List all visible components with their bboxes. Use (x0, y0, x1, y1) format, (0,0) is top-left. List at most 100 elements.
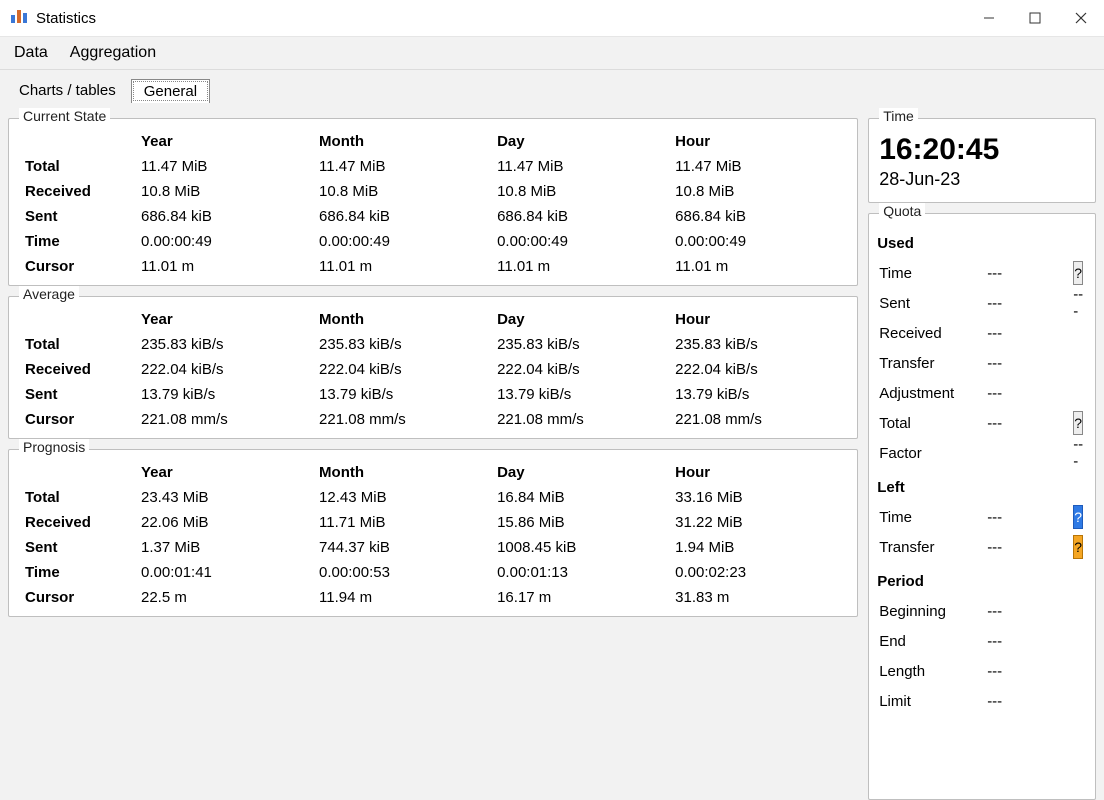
cell: 11.01 m (137, 254, 315, 279)
average-table: Year Month Day Hour Total 235.83 kiB/s 2… (17, 307, 849, 432)
quota-period-length-value: --- (987, 663, 1073, 680)
maximize-button[interactable] (1012, 0, 1058, 36)
col-year: Year (137, 307, 315, 332)
quota-period-limit-value: --- (987, 693, 1073, 710)
quota-left-transfer-value: --- (987, 539, 1073, 556)
cell: 235.83 kiB/s (493, 332, 671, 357)
quota-used-sent-extra: --- (1073, 286, 1087, 320)
tab-general[interactable]: General (131, 79, 210, 103)
cell: 222.04 kiB/s (137, 357, 315, 382)
cell: 1008.45 kiB (493, 535, 671, 560)
group-time: Time 16:20:45 28-Jun-23 (868, 118, 1096, 203)
cell: 1.37 MiB (137, 535, 315, 560)
col-month: Month (315, 307, 493, 332)
cell: 16.17 m (493, 585, 671, 610)
quota-used-transfer-label: Transfer (877, 355, 987, 372)
cell: 0.00:00:49 (137, 229, 315, 254)
col-year: Year (137, 129, 315, 154)
col-day: Day (493, 460, 671, 485)
cell: 11.94 m (315, 585, 493, 610)
quota-period-end-value: --- (987, 633, 1073, 650)
quota-used-adjustment-value: --- (987, 385, 1073, 402)
group-prognosis: Prognosis Year Month Day Hour Total 23.4… (8, 449, 858, 617)
col-month: Month (315, 129, 493, 154)
cell: 744.37 kiB (315, 535, 493, 560)
cell: 11.47 MiB (671, 154, 849, 179)
cell: 10.8 MiB (137, 179, 315, 204)
quota-used-factor-label: Factor (877, 445, 987, 462)
cell: 11.47 MiB (137, 154, 315, 179)
row-sent: Sent (17, 535, 137, 560)
quota-period-beginning-label: Beginning (877, 603, 987, 620)
cell: 11.01 m (671, 254, 849, 279)
row-total: Total (17, 332, 137, 357)
quota-period-beginning-value: --- (987, 603, 1073, 620)
clock-time: 16:20:45 (877, 129, 1087, 167)
cell: 22.5 m (137, 585, 315, 610)
cell: 222.04 kiB/s (671, 357, 849, 382)
quota-used-time-value: --- (987, 265, 1073, 282)
row-sent: Sent (17, 204, 137, 229)
quota-used-header: Used (877, 224, 1087, 258)
row-received: Received (17, 357, 137, 382)
cell: 13.79 kiB/s (671, 382, 849, 407)
quota-period-limit-label: Limit (877, 693, 987, 710)
quota-used-sent-value: --- (987, 295, 1073, 312)
cell: 0.00:01:41 (137, 560, 315, 585)
quota-used-time-label: Time (877, 265, 987, 282)
tab-row: Charts / tables General (0, 70, 1104, 102)
row-time: Time (17, 560, 137, 585)
cell: 10.8 MiB (671, 179, 849, 204)
cell: 0.00:00:53 (315, 560, 493, 585)
app-icon (10, 7, 28, 29)
col-day: Day (493, 129, 671, 154)
quota-used-total-button[interactable]: ? (1073, 411, 1083, 435)
cell: 15.86 MiB (493, 510, 671, 535)
cell: 221.08 mm/s (493, 407, 671, 432)
cell: 10.8 MiB (493, 179, 671, 204)
cell: 33.16 MiB (671, 485, 849, 510)
row-total: Total (17, 154, 137, 179)
cell: 31.83 m (671, 585, 849, 610)
current-state-table: Year Month Day Hour Total 11.47 MiB 11.4… (17, 129, 849, 279)
row-received: Received (17, 510, 137, 535)
cell: 221.08 mm/s (671, 407, 849, 432)
cell: 13.79 kiB/s (137, 382, 315, 407)
quota-used-total-value: --- (987, 415, 1073, 432)
close-button[interactable] (1058, 0, 1104, 36)
cell: 12.43 MiB (315, 485, 493, 510)
quota-used-transfer-value: --- (987, 355, 1073, 372)
cell: 0.00:00:49 (671, 229, 849, 254)
cell: 235.83 kiB/s (315, 332, 493, 357)
cell: 11.01 m (493, 254, 671, 279)
cell: 11.47 MiB (315, 154, 493, 179)
group-quota-legend: Quota (879, 203, 925, 219)
cell: 221.08 mm/s (137, 407, 315, 432)
group-current-state-legend: Current State (19, 108, 110, 124)
minimize-button[interactable] (966, 0, 1012, 36)
row-cursor: Cursor (17, 585, 137, 610)
prognosis-table: Year Month Day Hour Total 23.43 MiB 12.4… (17, 460, 849, 610)
col-month: Month (315, 460, 493, 485)
quota-period-end-label: End (877, 633, 987, 650)
menu-data[interactable]: Data (6, 40, 62, 66)
tab-charts-tables[interactable]: Charts / tables (6, 78, 129, 102)
quota-used-time-button[interactable]: ? (1073, 261, 1083, 285)
cell: 235.83 kiB/s (671, 332, 849, 357)
quota-left-time-button[interactable]: ? (1073, 505, 1083, 529)
quota-left-transfer-button[interactable]: ? (1073, 535, 1083, 559)
cell: 686.84 kiB (315, 204, 493, 229)
cell: 13.79 kiB/s (493, 382, 671, 407)
cell: 13.79 kiB/s (315, 382, 493, 407)
cell: 686.84 kiB (493, 204, 671, 229)
row-sent: Sent (17, 382, 137, 407)
quota-left-transfer-label: Transfer (877, 539, 987, 556)
quota-left-time-label: Time (877, 509, 987, 526)
quota-used-received-label: Received (877, 325, 987, 342)
menu-aggregation[interactable]: Aggregation (62, 40, 170, 66)
window-title: Statistics (36, 10, 96, 27)
group-average: Average Year Month Day Hour Total 235.83… (8, 296, 858, 439)
cell: 22.06 MiB (137, 510, 315, 535)
row-received: Received (17, 179, 137, 204)
cell: 31.22 MiB (671, 510, 849, 535)
